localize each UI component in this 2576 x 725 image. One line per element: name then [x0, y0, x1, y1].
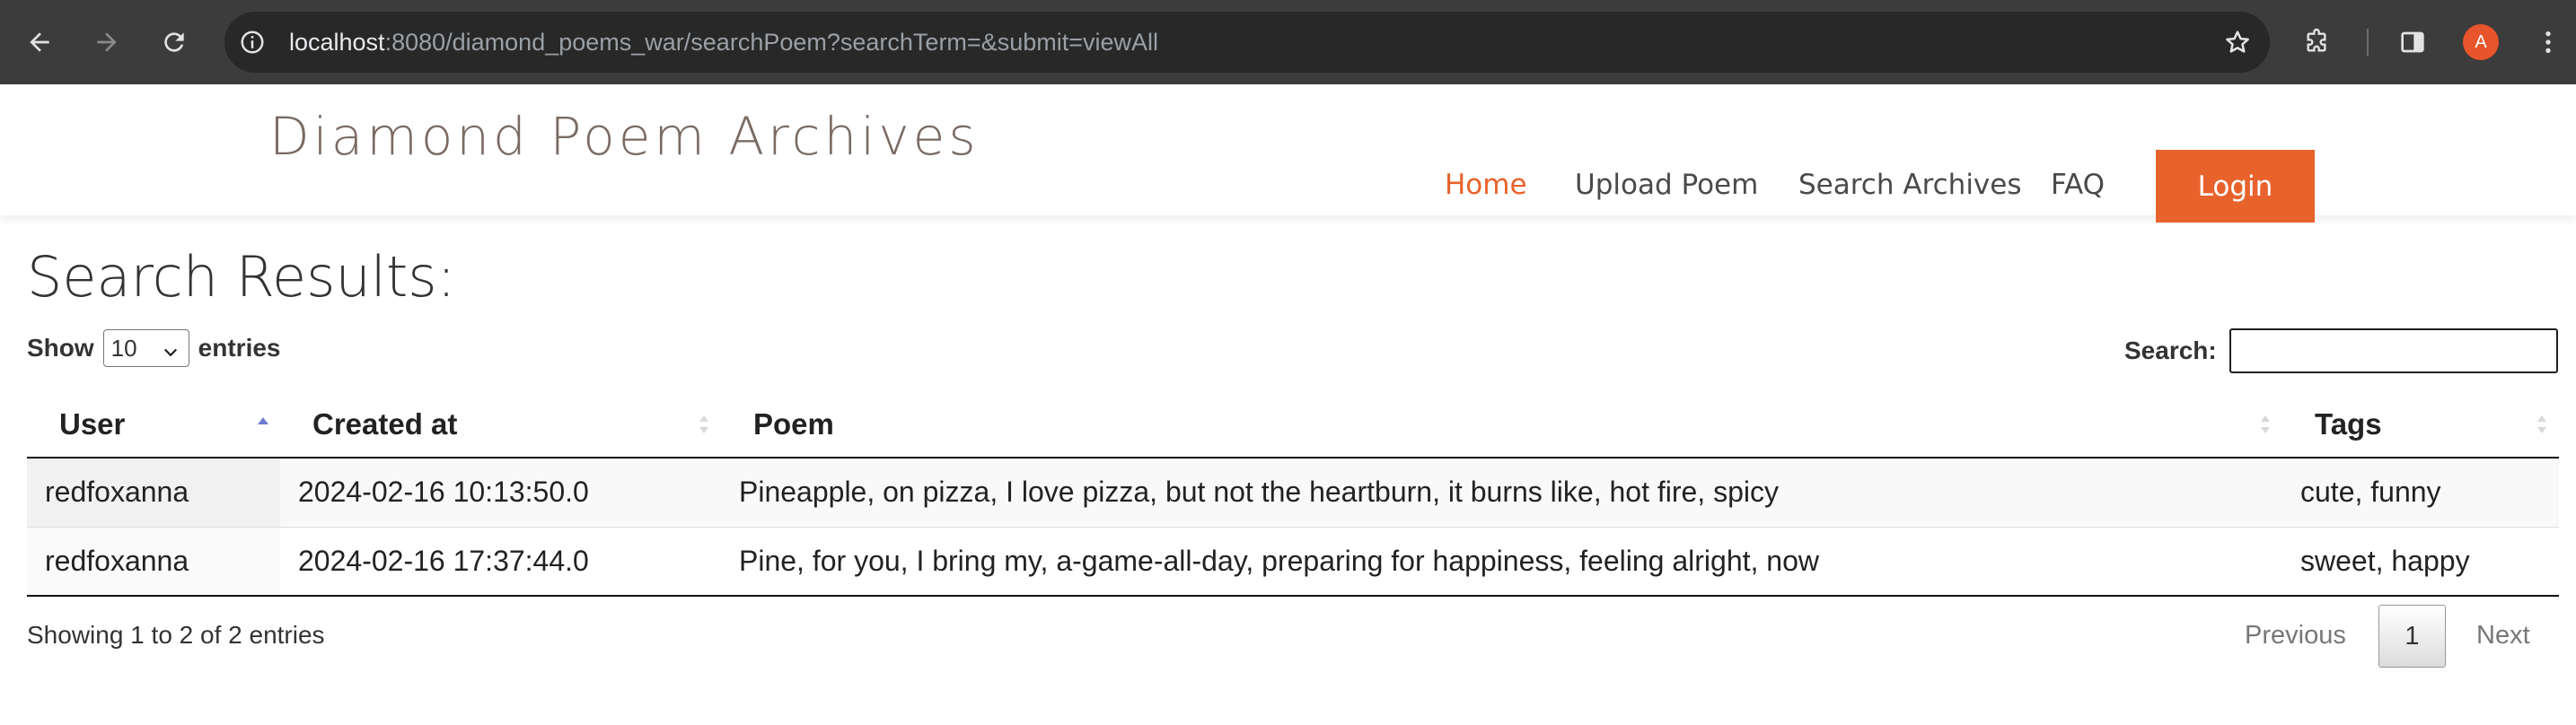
table-header-row: User Created at Poem Tags [27, 391, 2559, 459]
cell-tags: cute, funny [2282, 458, 2559, 527]
profile-avatar[interactable]: A [2463, 24, 2499, 60]
length-prefix: Show [27, 334, 94, 362]
chevron-down-icon [162, 339, 180, 367]
cell-created-at: 2024-02-16 17:37:44.0 [280, 526, 721, 597]
results-table: User Created at Poem Tags redfoxanna 202… [27, 391, 2559, 597]
cell-created-at: 2024-02-16 10:13:50.0 [280, 458, 721, 527]
entries-length-select[interactable]: 10 [102, 329, 189, 367]
search-label: Search: [2124, 336, 2217, 364]
url-text[interactable]: localhost:8080/diamond_poems_war/searchP… [289, 12, 1158, 73]
table-row: redfoxanna 2024-02-16 10:13:50.0 Pineapp… [27, 458, 2559, 527]
pagination-next[interactable]: Next [2476, 621, 2530, 651]
cell-user: redfoxanna [27, 526, 280, 597]
column-header-poem[interactable]: Poem [721, 391, 2282, 459]
browser-toolbar: localhost:8080/diamond_poems_war/searchP… [0, 0, 2576, 84]
cell-poem: Pine, for you, I bring my, a-game-all-da… [721, 526, 2282, 597]
kebab-menu-icon[interactable] [2526, 20, 2571, 65]
site-brand[interactable]: Diamond Poem Archives [269, 106, 980, 167]
nav-home[interactable]: Home [1445, 169, 1527, 201]
login-button[interactable]: Login [2156, 150, 2315, 223]
site-info-icon[interactable] [237, 27, 268, 57]
back-arrow-icon[interactable] [17, 20, 62, 65]
cell-user: redfoxanna [27, 458, 280, 527]
length-suffix: entries [198, 334, 281, 362]
reload-icon[interactable] [152, 20, 197, 65]
sort-both-icon [2261, 415, 2270, 433]
pagination-page-1[interactable]: 1 [2378, 605, 2446, 668]
pagination-previous[interactable]: Previous [2245, 621, 2346, 651]
nav-upload-poem[interactable]: Upload Poem [1575, 169, 1758, 201]
cell-tags: sweet, happy [2282, 526, 2559, 597]
url-path: :8080/diamond_poems_war/searchPoem?searc… [384, 29, 1159, 56]
address-bar[interactable]: localhost:8080/diamond_poems_war/searchP… [224, 12, 2270, 73]
extensions-icon[interactable] [2294, 20, 2339, 65]
forward-arrow-icon[interactable] [84, 20, 129, 65]
table-row: redfoxanna 2024-02-16 17:37:44.0 Pine, f… [27, 526, 2559, 597]
url-host: localhost [289, 29, 385, 56]
sort-ascending-icon [258, 417, 268, 424]
column-header-tags[interactable]: Tags [2282, 391, 2559, 459]
star-icon[interactable] [2221, 26, 2254, 58]
table-info: Showing 1 to 2 of 2 entries [27, 621, 325, 649]
toolbar-divider [2367, 29, 2369, 56]
column-header-created-at[interactable]: Created at [280, 391, 721, 459]
sort-both-icon [699, 415, 708, 433]
cell-poem: Pineapple, on pizza, I love pizza, but n… [721, 458, 2282, 527]
sort-both-icon [2537, 415, 2546, 433]
page-title: Search Results: [27, 244, 456, 310]
search-input[interactable] [2229, 328, 2558, 373]
side-panel-icon[interactable] [2390, 20, 2435, 65]
length-value: 10 [110, 334, 137, 362]
nav-faq[interactable]: FAQ [2051, 169, 2105, 201]
column-header-user[interactable]: User [27, 391, 280, 459]
entries-length-control: Show 10 entries [27, 328, 281, 368]
table-search-control: Search: [2124, 328, 2558, 373]
nav-search-archives[interactable]: Search Archives [1798, 169, 2022, 201]
